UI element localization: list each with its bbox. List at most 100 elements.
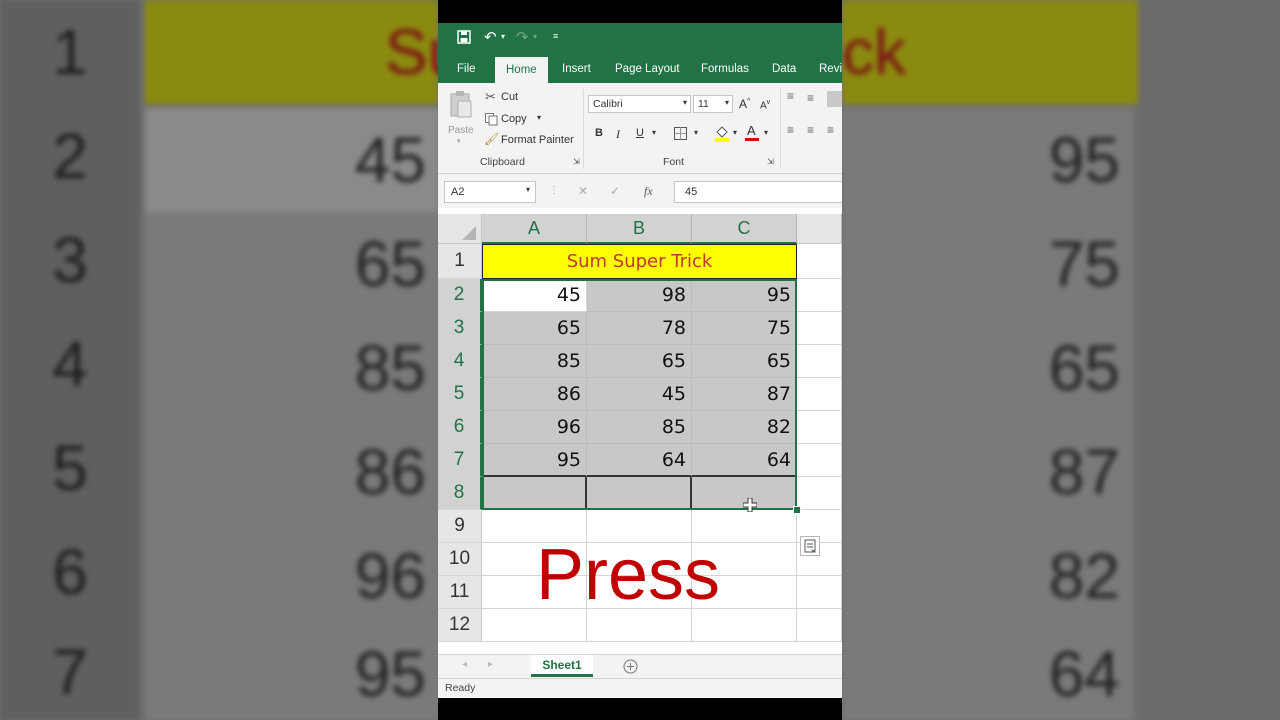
cell[interactable] [797, 477, 842, 510]
name-box[interactable]: A2 ▾ [444, 181, 536, 203]
cell-c5[interactable]: 87 [692, 378, 797, 411]
cell-c4[interactable]: 65 [692, 345, 797, 378]
insert-function-icon[interactable]: fx [644, 184, 653, 199]
font-color-dropdown-icon[interactable]: ▾ [764, 128, 768, 137]
cell-a8[interactable] [482, 477, 587, 510]
cut-button[interactable]: ✂ Cut [484, 89, 564, 107]
row-header[interactable]: 2 [438, 279, 482, 312]
customize-toolbar-icon[interactable]: ≡ [553, 31, 558, 41]
row-header[interactable]: 7 [438, 444, 482, 477]
align-right-icon[interactable]: ≡ [827, 123, 834, 137]
cell-a5[interactable]: 86 [482, 378, 587, 411]
italic-button[interactable]: I [616, 127, 620, 142]
underline-button[interactable]: U [636, 127, 644, 139]
cell[interactable] [797, 345, 842, 378]
row-header[interactable]: 10 [438, 543, 482, 576]
clipboard-launcher-icon[interactable]: ⇲ [573, 157, 580, 166]
scroll-left-icon[interactable]: ◂ [462, 659, 467, 670]
cell-b5[interactable]: 45 [587, 378, 692, 411]
tab-file[interactable]: File [457, 63, 476, 75]
fill-color-dropdown-icon[interactable]: ▾ [733, 128, 737, 137]
align-top-icon[interactable]: ≡ [787, 89, 794, 103]
row-header[interactable]: 4 [438, 345, 482, 378]
cell-b4[interactable]: 65 [587, 345, 692, 378]
row-header[interactable]: 12 [438, 609, 482, 642]
more-options-icon: ⋮ [549, 185, 559, 196]
row-header[interactable]: 6 [438, 411, 482, 444]
column-header-d[interactable] [797, 214, 842, 244]
row-header[interactable]: 8 [438, 477, 482, 510]
row-header[interactable]: 1 [438, 244, 482, 279]
cell-c3[interactable]: 75 [692, 312, 797, 345]
align-center-icon[interactable]: ≡ [807, 123, 814, 137]
borders-dropdown-icon[interactable]: ▾ [694, 128, 698, 137]
column-header-a[interactable]: A [482, 214, 587, 244]
cell-c2[interactable]: 95 [692, 279, 797, 312]
bg-right-value: 87 [842, 420, 1134, 524]
row-header[interactable]: 11 [438, 576, 482, 609]
press-overlay-text: Press [536, 535, 721, 615]
undo-dropdown-icon[interactable]: ▾ [501, 32, 505, 41]
cell-b7[interactable]: 64 [587, 444, 692, 477]
font-color-button[interactable]: A [745, 123, 759, 141]
cell[interactable] [797, 378, 842, 411]
scroll-right-icon[interactable]: ▸ [488, 659, 493, 670]
cell-b2[interactable]: 98 [587, 279, 692, 312]
copy-button[interactable]: Copy ▾ [484, 111, 564, 129]
cell-a4[interactable]: 85 [482, 345, 587, 378]
font-launcher-icon[interactable]: ⇲ [767, 157, 774, 166]
cell[interactable] [797, 444, 842, 477]
format-painter-button[interactable]: 🖌 Format Painter [484, 132, 579, 150]
align-left-icon[interactable]: ≡ [787, 123, 794, 137]
add-sheet-icon[interactable] [623, 659, 638, 679]
cell[interactable] [797, 609, 842, 642]
select-all-corner[interactable] [438, 214, 482, 244]
fill-handle[interactable] [793, 506, 801, 514]
column-header-b[interactable]: B [587, 214, 692, 244]
cell-a7[interactable]: 95 [482, 444, 587, 477]
borders-icon[interactable] [674, 127, 687, 145]
shrink-font-button[interactable]: Av [760, 99, 770, 111]
tab-formulas[interactable]: Formulas [701, 63, 749, 75]
cell-c7[interactable]: 64 [692, 444, 797, 477]
sheet-tab[interactable]: Sheet1 [531, 655, 593, 677]
paste-button[interactable]: Paste ▾ [447, 89, 475, 145]
cancel-icon[interactable]: ✕ [578, 184, 588, 198]
save-icon[interactable] [457, 30, 471, 48]
quick-analysis-icon[interactable] [800, 536, 820, 556]
align-middle-icon[interactable]: ≡ [807, 91, 814, 105]
row-header[interactable]: 5 [438, 378, 482, 411]
copy-dropdown-icon: ▾ [537, 113, 542, 122]
cell-b3[interactable]: 78 [587, 312, 692, 345]
title-cell[interactable]: Sum Super Trick [482, 244, 797, 279]
grow-font-button[interactable]: A^ [739, 97, 750, 111]
enter-icon[interactable]: ✓ [610, 184, 620, 198]
tab-page-layout[interactable]: Page Layout [615, 63, 680, 75]
cell[interactable] [797, 576, 842, 609]
row-header[interactable]: 3 [438, 312, 482, 345]
tab-home[interactable]: Home [495, 57, 548, 83]
tab-insert[interactable]: Insert [562, 63, 591, 75]
align-bottom-icon[interactable] [827, 91, 842, 107]
cell-c6[interactable]: 82 [692, 411, 797, 444]
row-header[interactable]: 9 [438, 510, 482, 543]
cell[interactable] [797, 244, 842, 279]
cell-a6[interactable]: 96 [482, 411, 587, 444]
cell-b8[interactable] [587, 477, 692, 510]
formula-input[interactable]: 45 [674, 181, 842, 203]
font-size-select[interactable]: 11 ▾ [693, 95, 733, 113]
cell-a3[interactable]: 65 [482, 312, 587, 345]
column-header-c[interactable]: C [692, 214, 797, 244]
cell[interactable] [797, 312, 842, 345]
cell-b6[interactable]: 85 [587, 411, 692, 444]
undo-icon[interactable]: ↶ [484, 28, 497, 46]
tab-data[interactable]: Data [772, 63, 796, 75]
font-name-select[interactable]: Calibri ▾ [588, 95, 691, 113]
cell-a2[interactable]: 45 [482, 279, 587, 312]
cell[interactable] [797, 411, 842, 444]
cell[interactable] [797, 279, 842, 312]
bold-button[interactable]: B [595, 127, 603, 139]
tab-review[interactable]: Revi [819, 63, 842, 75]
fill-color-icon[interactable] [714, 124, 730, 147]
underline-dropdown-icon[interactable]: ▾ [652, 128, 656, 137]
